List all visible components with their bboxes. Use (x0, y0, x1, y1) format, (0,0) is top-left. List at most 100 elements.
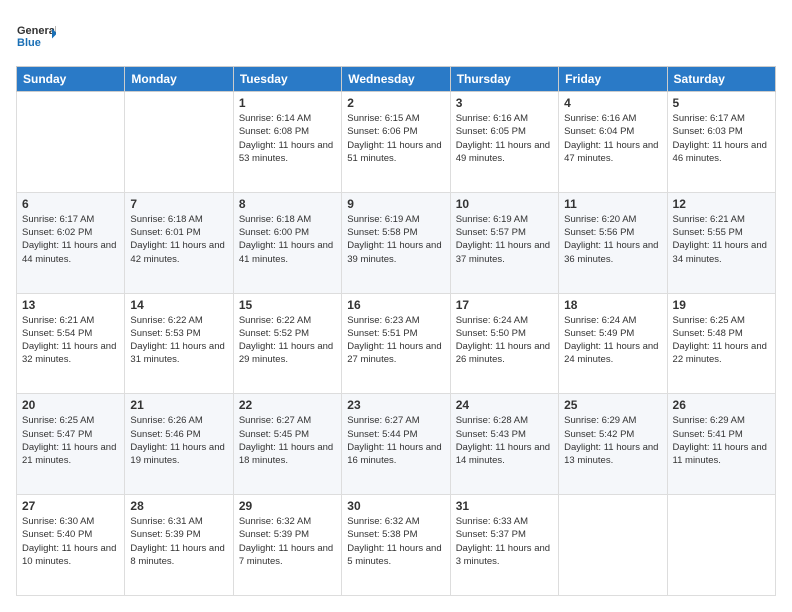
calendar-cell (125, 92, 233, 193)
day-number: 7 (130, 197, 227, 211)
cell-text: Sunrise: 6:18 AMSunset: 6:00 PMDaylight:… (239, 214, 333, 265)
calendar-day-header: Friday (559, 67, 667, 92)
svg-text:Blue: Blue (17, 37, 41, 49)
calendar-cell: 4 Sunrise: 6:16 AMSunset: 6:04 PMDayligh… (559, 92, 667, 193)
calendar-cell: 28 Sunrise: 6:31 AMSunset: 5:39 PMDaylig… (125, 495, 233, 596)
calendar-cell: 19 Sunrise: 6:25 AMSunset: 5:48 PMDaylig… (667, 293, 775, 394)
calendar-day-header: Monday (125, 67, 233, 92)
calendar-cell: 18 Sunrise: 6:24 AMSunset: 5:49 PMDaylig… (559, 293, 667, 394)
day-number: 23 (347, 398, 444, 412)
day-number: 20 (22, 398, 119, 412)
day-number: 3 (456, 96, 553, 110)
day-number: 27 (22, 499, 119, 513)
calendar-header-row: SundayMondayTuesdayWednesdayThursdayFrid… (17, 67, 776, 92)
svg-text:General: General (17, 25, 56, 37)
calendar-cell: 15 Sunrise: 6:22 AMSunset: 5:52 PMDaylig… (233, 293, 341, 394)
calendar-week-row: 27 Sunrise: 6:30 AMSunset: 5:40 PMDaylig… (17, 495, 776, 596)
calendar-body: 1 Sunrise: 6:14 AMSunset: 6:08 PMDayligh… (17, 92, 776, 596)
day-number: 26 (673, 398, 770, 412)
calendar-cell: 11 Sunrise: 6:20 AMSunset: 5:56 PMDaylig… (559, 192, 667, 293)
calendar-cell: 23 Sunrise: 6:27 AMSunset: 5:44 PMDaylig… (342, 394, 450, 495)
calendar-cell: 30 Sunrise: 6:32 AMSunset: 5:38 PMDaylig… (342, 495, 450, 596)
calendar-cell: 3 Sunrise: 6:16 AMSunset: 6:05 PMDayligh… (450, 92, 558, 193)
calendar-cell: 25 Sunrise: 6:29 AMSunset: 5:42 PMDaylig… (559, 394, 667, 495)
cell-text: Sunrise: 6:16 AMSunset: 6:04 PMDaylight:… (564, 113, 658, 164)
calendar-week-row: 20 Sunrise: 6:25 AMSunset: 5:47 PMDaylig… (17, 394, 776, 495)
cell-text: Sunrise: 6:25 AMSunset: 5:47 PMDaylight:… (22, 415, 116, 466)
day-number: 19 (673, 298, 770, 312)
cell-text: Sunrise: 6:32 AMSunset: 5:39 PMDaylight:… (239, 516, 333, 567)
cell-text: Sunrise: 6:24 AMSunset: 5:49 PMDaylight:… (564, 315, 658, 366)
cell-text: Sunrise: 6:29 AMSunset: 5:41 PMDaylight:… (673, 415, 767, 466)
day-number: 1 (239, 96, 336, 110)
calendar-cell (559, 495, 667, 596)
cell-text: Sunrise: 6:22 AMSunset: 5:52 PMDaylight:… (239, 315, 333, 366)
day-number: 31 (456, 499, 553, 513)
cell-text: Sunrise: 6:27 AMSunset: 5:45 PMDaylight:… (239, 415, 333, 466)
header: General Blue (16, 16, 776, 56)
cell-text: Sunrise: 6:32 AMSunset: 5:38 PMDaylight:… (347, 516, 441, 567)
cell-text: Sunrise: 6:25 AMSunset: 5:48 PMDaylight:… (673, 315, 767, 366)
calendar-cell: 12 Sunrise: 6:21 AMSunset: 5:55 PMDaylig… (667, 192, 775, 293)
cell-text: Sunrise: 6:19 AMSunset: 5:57 PMDaylight:… (456, 214, 550, 265)
day-number: 17 (456, 298, 553, 312)
calendar-day-header: Saturday (667, 67, 775, 92)
calendar-day-header: Tuesday (233, 67, 341, 92)
cell-text: Sunrise: 6:19 AMSunset: 5:58 PMDaylight:… (347, 214, 441, 265)
cell-text: Sunrise: 6:26 AMSunset: 5:46 PMDaylight:… (130, 415, 224, 466)
calendar-cell: 5 Sunrise: 6:17 AMSunset: 6:03 PMDayligh… (667, 92, 775, 193)
calendar-cell: 8 Sunrise: 6:18 AMSunset: 6:00 PMDayligh… (233, 192, 341, 293)
calendar-cell: 16 Sunrise: 6:23 AMSunset: 5:51 PMDaylig… (342, 293, 450, 394)
cell-text: Sunrise: 6:15 AMSunset: 6:06 PMDaylight:… (347, 113, 441, 164)
cell-text: Sunrise: 6:14 AMSunset: 6:08 PMDaylight:… (239, 113, 333, 164)
calendar-cell: 24 Sunrise: 6:28 AMSunset: 5:43 PMDaylig… (450, 394, 558, 495)
day-number: 28 (130, 499, 227, 513)
cell-text: Sunrise: 6:17 AMSunset: 6:03 PMDaylight:… (673, 113, 767, 164)
cell-text: Sunrise: 6:21 AMSunset: 5:54 PMDaylight:… (22, 315, 116, 366)
day-number: 22 (239, 398, 336, 412)
day-number: 2 (347, 96, 444, 110)
day-number: 13 (22, 298, 119, 312)
calendar-cell: 7 Sunrise: 6:18 AMSunset: 6:01 PMDayligh… (125, 192, 233, 293)
calendar-cell: 21 Sunrise: 6:26 AMSunset: 5:46 PMDaylig… (125, 394, 233, 495)
cell-text: Sunrise: 6:17 AMSunset: 6:02 PMDaylight:… (22, 214, 116, 265)
cell-text: Sunrise: 6:21 AMSunset: 5:55 PMDaylight:… (673, 214, 767, 265)
day-number: 16 (347, 298, 444, 312)
cell-text: Sunrise: 6:24 AMSunset: 5:50 PMDaylight:… (456, 315, 550, 366)
cell-text: Sunrise: 6:29 AMSunset: 5:42 PMDaylight:… (564, 415, 658, 466)
logo-svg: General Blue (16, 16, 56, 56)
calendar-cell: 9 Sunrise: 6:19 AMSunset: 5:58 PMDayligh… (342, 192, 450, 293)
calendar-cell: 10 Sunrise: 6:19 AMSunset: 5:57 PMDaylig… (450, 192, 558, 293)
day-number: 8 (239, 197, 336, 211)
cell-text: Sunrise: 6:30 AMSunset: 5:40 PMDaylight:… (22, 516, 116, 567)
cell-text: Sunrise: 6:20 AMSunset: 5:56 PMDaylight:… (564, 214, 658, 265)
day-number: 5 (673, 96, 770, 110)
cell-text: Sunrise: 6:31 AMSunset: 5:39 PMDaylight:… (130, 516, 224, 567)
calendar-cell: 31 Sunrise: 6:33 AMSunset: 5:37 PMDaylig… (450, 495, 558, 596)
calendar-cell: 6 Sunrise: 6:17 AMSunset: 6:02 PMDayligh… (17, 192, 125, 293)
logo: General Blue (16, 16, 56, 56)
calendar-cell: 13 Sunrise: 6:21 AMSunset: 5:54 PMDaylig… (17, 293, 125, 394)
day-number: 21 (130, 398, 227, 412)
calendar-day-header: Thursday (450, 67, 558, 92)
day-number: 18 (564, 298, 661, 312)
day-number: 15 (239, 298, 336, 312)
calendar-cell (667, 495, 775, 596)
calendar-week-row: 13 Sunrise: 6:21 AMSunset: 5:54 PMDaylig… (17, 293, 776, 394)
calendar-cell: 26 Sunrise: 6:29 AMSunset: 5:41 PMDaylig… (667, 394, 775, 495)
cell-text: Sunrise: 6:16 AMSunset: 6:05 PMDaylight:… (456, 113, 550, 164)
calendar-cell (17, 92, 125, 193)
cell-text: Sunrise: 6:27 AMSunset: 5:44 PMDaylight:… (347, 415, 441, 466)
calendar-cell: 2 Sunrise: 6:15 AMSunset: 6:06 PMDayligh… (342, 92, 450, 193)
calendar-cell: 1 Sunrise: 6:14 AMSunset: 6:08 PMDayligh… (233, 92, 341, 193)
calendar-week-row: 1 Sunrise: 6:14 AMSunset: 6:08 PMDayligh… (17, 92, 776, 193)
calendar-cell: 14 Sunrise: 6:22 AMSunset: 5:53 PMDaylig… (125, 293, 233, 394)
calendar-day-header: Sunday (17, 67, 125, 92)
calendar-table: SundayMondayTuesdayWednesdayThursdayFrid… (16, 66, 776, 596)
calendar-cell: 20 Sunrise: 6:25 AMSunset: 5:47 PMDaylig… (17, 394, 125, 495)
day-number: 9 (347, 197, 444, 211)
page: General Blue SundayMondayTuesdayWednesda… (0, 0, 792, 612)
day-number: 10 (456, 197, 553, 211)
cell-text: Sunrise: 6:22 AMSunset: 5:53 PMDaylight:… (130, 315, 224, 366)
cell-text: Sunrise: 6:23 AMSunset: 5:51 PMDaylight:… (347, 315, 441, 366)
